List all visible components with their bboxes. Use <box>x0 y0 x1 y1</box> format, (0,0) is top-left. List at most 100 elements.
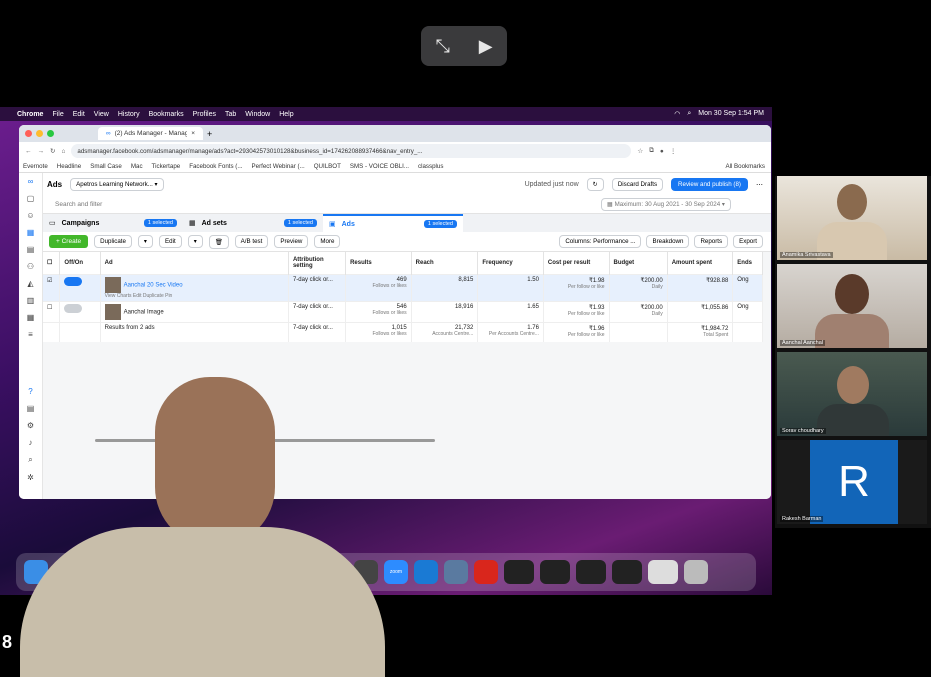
tab-ads[interactable]: ▣ Ads 1 selected <box>323 214 463 232</box>
col-off-on[interactable]: Off/On <box>59 252 101 274</box>
smiley-icon[interactable]: ☺ <box>26 211 34 220</box>
ad-name[interactable]: Aanchal Image <box>124 309 164 315</box>
more-button[interactable]: More <box>314 235 341 248</box>
selected-badge[interactable]: 1 selected <box>283 219 317 227</box>
home-icon[interactable]: ⌂ <box>61 148 65 155</box>
profile-icon[interactable]: ● <box>660 148 664 155</box>
close-tab-icon[interactable]: × <box>191 130 195 137</box>
row-checkbox[interactable]: ☐ <box>43 300 61 322</box>
window-thumb-icon[interactable] <box>576 560 606 584</box>
col-amount-spent[interactable]: Amount spent <box>667 252 734 274</box>
menu-icon[interactable]: ≡ <box>28 330 33 339</box>
minimize-window-icon[interactable] <box>36 130 43 137</box>
acrobat-icon[interactable] <box>474 560 498 584</box>
clock[interactable]: Mon 30 Sep 1:54 PM <box>698 110 764 118</box>
ab-test-button[interactable]: A/B test <box>234 235 269 248</box>
export-button[interactable]: Export <box>733 235 763 248</box>
col-reach[interactable]: Reach <box>411 252 479 274</box>
table-row[interactable]: ☐ Aanchal Image 7-day click or... 546 Fol… <box>43 300 763 322</box>
toggle-switch[interactable] <box>59 273 101 301</box>
participant-tile[interactable]: Aanchal Aanchal <box>777 264 927 348</box>
menu-item[interactable]: History <box>118 111 140 118</box>
grid-icon[interactable]: ▦ <box>27 228 35 237</box>
search-input[interactable]: Search and filter <box>55 201 595 208</box>
zoom-window-icon[interactable] <box>47 130 54 137</box>
megaphone-icon[interactable]: ◭ <box>27 279 33 288</box>
review-publish-button[interactable]: Review and publish (8) <box>671 178 748 191</box>
search-icon[interactable]: ⌕ <box>687 110 691 118</box>
bookmark[interactable]: QUILBOT <box>314 163 341 170</box>
columns-button[interactable]: Columns: Performance ... <box>559 235 642 248</box>
window-thumb-icon[interactable] <box>612 560 642 584</box>
bookmark[interactable]: Perfect Webinar (... <box>252 163 305 170</box>
tab-campaigns[interactable]: ▭ Campaigns 1 selected <box>43 214 183 232</box>
menu-item[interactable]: Help <box>279 111 293 118</box>
billing-icon[interactable]: ▥ <box>27 296 35 305</box>
row-checkbox[interactable]: ☑ <box>43 273 61 301</box>
menu-item[interactable]: Edit <box>73 111 85 118</box>
col-cost-per-result[interactable]: Cost per result <box>543 252 610 274</box>
wifi-icon[interactable]: ◠ <box>674 110 680 118</box>
select-all-checkbox[interactable]: ☐ <box>43 252 61 274</box>
browser-tab[interactable]: ∞ (2) Ads Manager - Manage a × <box>98 127 203 140</box>
zoom-app-icon[interactable]: zoom <box>384 560 408 584</box>
new-tab-icon[interactable]: + <box>207 129 212 139</box>
window-thumb-icon[interactable] <box>648 560 678 584</box>
more-options-icon[interactable]: ⋯ <box>756 181 771 189</box>
col-ad[interactable]: Ad <box>100 252 289 274</box>
bookmark-star-icon[interactable]: ☆ <box>637 147 643 155</box>
all-bookmarks[interactable]: All Bookmarks <box>725 163 771 170</box>
selected-badge[interactable]: 1 selected <box>143 219 177 227</box>
preview-icon[interactable] <box>444 560 468 584</box>
back-icon[interactable]: ← <box>25 148 32 155</box>
participant-tile[interactable]: R Rakesh Barman <box>777 440 927 524</box>
close-window-icon[interactable] <box>25 130 32 137</box>
audience-icon[interactable]: ⚇ <box>27 262 34 271</box>
bookmark[interactable]: Mac <box>131 163 143 170</box>
reports-button[interactable]: Reports <box>694 235 729 248</box>
menu-item[interactable]: File <box>52 111 63 118</box>
preview-button[interactable]: Preview <box>274 235 309 248</box>
toggle-switch[interactable] <box>59 300 101 322</box>
reload-icon[interactable]: ↻ <box>50 147 55 155</box>
bookmark[interactable]: Facebook Fonts (... <box>189 163 242 170</box>
edit-button[interactable]: Edit <box>159 235 182 248</box>
account-icon[interactable]: ▢ <box>27 194 35 203</box>
bookmark[interactable]: Evernote <box>23 163 48 170</box>
window-thumb-icon[interactable] <box>540 560 570 584</box>
participant-tile[interactable]: Sorav choudhary <box>777 352 927 436</box>
forward-icon[interactable]: → <box>38 148 45 155</box>
bookmark[interactable]: classplus <box>418 163 443 170</box>
share-screen-icon[interactable]: ▶ <box>479 36 493 57</box>
row-actions[interactable]: View Charts Edit Duplicate Pin <box>105 293 284 299</box>
ad-cell[interactable]: Aanchal Image <box>100 300 289 322</box>
refresh-button[interactable]: ↻ <box>586 178 604 191</box>
ad-name[interactable]: Aanchal 20 Sec Video <box>124 282 183 288</box>
window-thumb-icon[interactable] <box>504 560 534 584</box>
col-ends[interactable]: Ends <box>732 252 763 274</box>
menu-item[interactable]: Profiles <box>193 111 216 118</box>
duplicate-button[interactable]: Duplicate <box>94 235 132 248</box>
tab-adsets[interactable]: ▦ Ad sets 1 selected <box>183 214 323 232</box>
date-range-picker[interactable]: ▦ Maximum: 30 Aug 2021 - 30 Sep 2024 ▾ <box>601 198 732 211</box>
create-button[interactable]: + Create <box>49 235 89 248</box>
bookmark[interactable]: Tickertape <box>152 163 181 170</box>
account-selector[interactable]: Apetros Learning Network... ▾ <box>70 178 164 191</box>
menu-app[interactable]: Chrome <box>17 111 43 118</box>
ad-cell[interactable]: Aanchal 20 Sec Video View Charts Edit Dup… <box>100 273 289 301</box>
breakdown-button[interactable]: Breakdown <box>646 235 690 248</box>
menu-item[interactable]: Bookmarks <box>149 111 184 118</box>
col-attribution[interactable]: Attribution setting <box>288 252 347 274</box>
pages-icon[interactable]: ▤ <box>27 245 35 254</box>
meta-logo-icon[interactable]: ∞ <box>28 177 34 186</box>
keynote-icon[interactable] <box>414 560 438 584</box>
budget-cell[interactable]: ₹200.00 Daily <box>609 300 668 322</box>
edit-dropdown[interactable]: ▾ <box>187 235 203 248</box>
menu-item[interactable]: Tab <box>225 111 236 118</box>
col-frequency[interactable]: Frequency <box>477 252 544 274</box>
col-results[interactable]: Results <box>345 252 412 274</box>
extensions-icon[interactable]: ⧉ <box>649 147 654 155</box>
table-icon[interactable]: ▦ <box>27 313 35 322</box>
selected-badge[interactable]: 1 selected <box>423 220 457 228</box>
bookmark[interactable]: SMS - VOICE OBLI... <box>350 163 409 170</box>
